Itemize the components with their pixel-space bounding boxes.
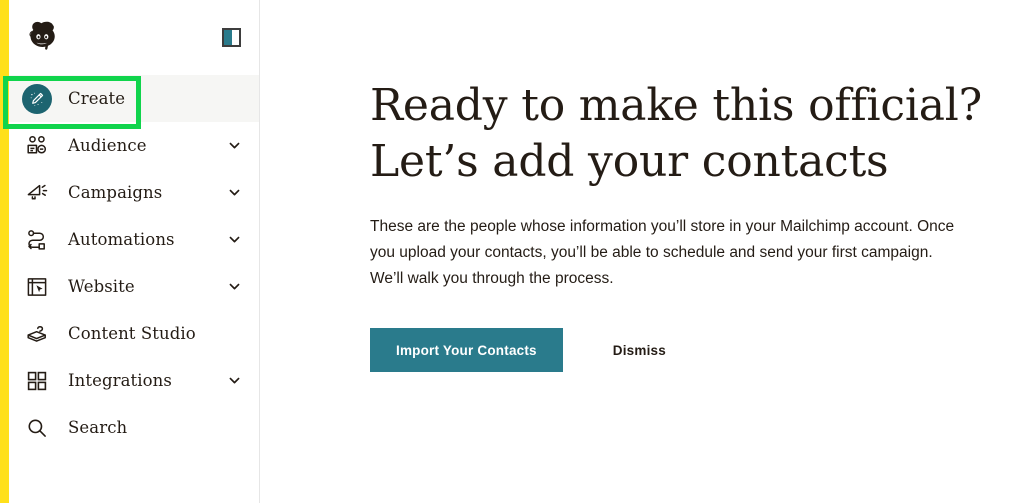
chevron-down-icon[interactable]: [227, 186, 241, 200]
sidebar-item-label: Automations: [68, 230, 175, 249]
collapse-sidebar-icon[interactable]: [222, 28, 241, 47]
page-title-line-1: Ready to make this official?: [370, 80, 983, 131]
magic-pencil-icon: [22, 83, 52, 114]
brand-accent-rail: [0, 0, 9, 503]
import-contacts-button[interactable]: Import Your Contacts: [370, 328, 563, 372]
sidebar-item-label: Content Studio: [68, 324, 196, 343]
sidebar-item-content-studio[interactable]: Content Studio: [9, 310, 259, 357]
sidebar-item-label: Create: [68, 89, 126, 108]
chevron-down-icon[interactable]: [227, 139, 241, 153]
sidebar-item-website[interactable]: Website: [9, 263, 259, 310]
grid-squares-icon: [22, 366, 52, 396]
sidebar-item-label: Website: [68, 277, 135, 296]
contacts-icon: [22, 131, 52, 161]
flow-path-icon: [22, 225, 52, 255]
search-icon: [22, 413, 52, 443]
sidebar-item-label: Search: [68, 418, 128, 437]
chevron-down-icon[interactable]: [227, 233, 241, 247]
megaphone-icon: [22, 178, 52, 208]
sidebar-nav: Create Audience Campaigns Automations We…: [9, 75, 259, 451]
sidebar-item-search[interactable]: Search: [9, 404, 259, 451]
dismiss-button[interactable]: Dismiss: [613, 343, 666, 358]
main-content: Ready to make this official? Let’s add y…: [260, 0, 1024, 503]
sidebar-item-automations[interactable]: Automations: [9, 216, 259, 263]
sidebar-item-label: Campaigns: [68, 183, 163, 202]
camera-icon: [22, 319, 52, 349]
mailchimp-app-window: Create Audience Campaigns Automations We…: [0, 0, 1024, 503]
sidebar-item-create[interactable]: Create: [9, 75, 259, 122]
mailchimp-freddie-logo[interactable]: [22, 17, 64, 59]
page-title-line-2: Let’s add your contacts: [370, 136, 889, 187]
sidebar-item-integrations[interactable]: Integrations: [9, 357, 259, 404]
page-title: Ready to make this official? Let’s add y…: [370, 78, 990, 190]
page-description: These are the people whose information y…: [370, 218, 955, 287]
panel-toggle-filled-half: [224, 30, 232, 45]
panel-toggle-empty-half: [231, 30, 239, 45]
sidebar-item-label: Audience: [68, 136, 147, 155]
sidebar-item-campaigns[interactable]: Campaigns: [9, 169, 259, 216]
sidebar-header: [9, 0, 259, 75]
sidebar-item-audience[interactable]: Audience: [9, 122, 259, 169]
browser-cursor-icon: [22, 272, 52, 302]
cta-row: Import Your Contacts Dismiss: [370, 328, 1024, 372]
sidebar-item-label: Integrations: [68, 371, 172, 390]
chevron-down-icon[interactable]: [227, 280, 241, 294]
chevron-down-icon[interactable]: [227, 374, 241, 388]
main-sidebar: Create Audience Campaigns Automations We…: [0, 0, 260, 503]
